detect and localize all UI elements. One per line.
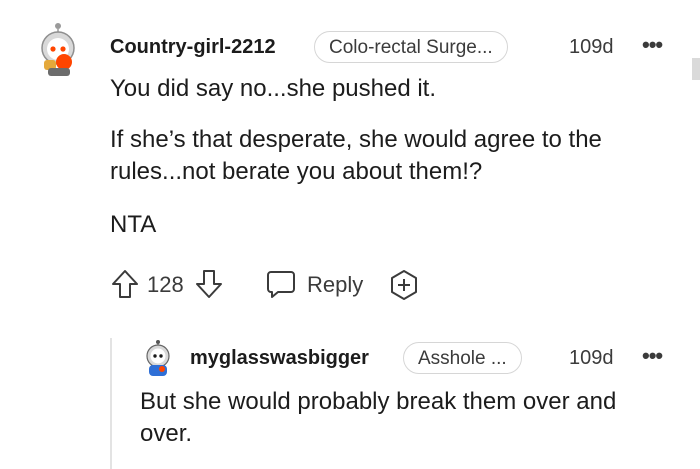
- upvote-arrow-icon: [112, 270, 138, 298]
- reply-timestamp: 109d: [569, 347, 614, 369]
- comment-username[interactable]: Country-girl-2212: [110, 36, 276, 59]
- vote-count: 128: [147, 272, 184, 297]
- award-button[interactable]: [387, 268, 421, 302]
- scrollbar-thumb[interactable]: [692, 58, 700, 80]
- more-options-icon[interactable]: •••: [642, 34, 663, 56]
- reply-button[interactable]: Reply: [265, 268, 375, 302]
- avatar[interactable]: [34, 18, 82, 78]
- thread-line[interactable]: [110, 338, 112, 469]
- user-flair: Asshole ...: [403, 342, 522, 374]
- comment-bubble-icon: [267, 271, 295, 298]
- award-plus-icon: [391, 270, 417, 300]
- comment-timestamp: 109d: [569, 36, 614, 58]
- snoo-avatar-icon: [146, 340, 170, 376]
- avatar[interactable]: [140, 338, 176, 378]
- comment-body-line: NTA: [110, 211, 157, 238]
- reply-body: But she would probably break them over a…: [140, 388, 617, 447]
- downvote-button[interactable]: [194, 268, 224, 300]
- more-options-icon[interactable]: •••: [642, 345, 663, 367]
- reply-label: Reply: [307, 272, 364, 297]
- snoo-avatar-icon: [41, 23, 75, 76]
- upvote-button[interactable]: [110, 268, 140, 300]
- reply-username[interactable]: myglasswasbigger: [190, 347, 369, 370]
- comment-body-line: You did say no...she pushed it.: [110, 75, 437, 102]
- user-flair: Colo-rectal Surge...: [314, 31, 508, 63]
- downvote-arrow-icon: [196, 270, 222, 298]
- comment-body-line: If she’s that desperate, she would agree…: [110, 126, 602, 185]
